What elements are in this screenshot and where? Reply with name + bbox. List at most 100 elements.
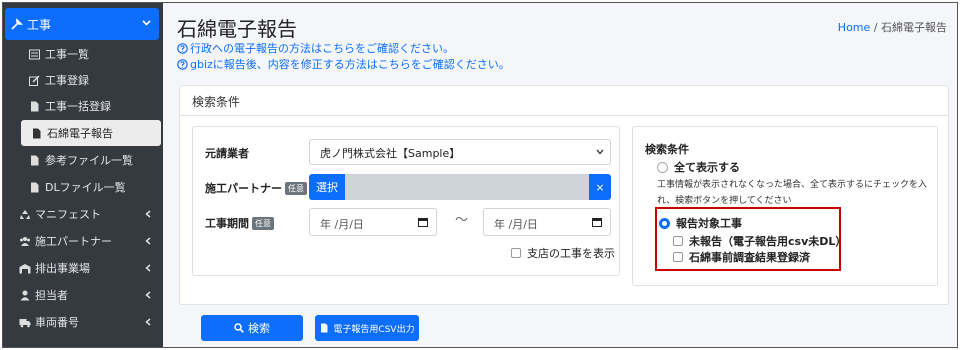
help-link-text: gbizに報告後、内容を修正する方法はこちらをご確認ください。 xyxy=(190,58,510,71)
search-icon xyxy=(234,323,244,333)
unreported-checkbox[interactable]: 未報告（電子報告用csv未DL） xyxy=(673,233,846,249)
chevron-left-icon xyxy=(145,237,151,245)
show-all-label: 全て表示する xyxy=(674,161,740,174)
file-icon xyxy=(31,101,39,111)
edit-icon xyxy=(29,74,40,86)
help-link-gbiz-fix[interactable]: gbizに報告後、内容を修正する方法はこちらをご確認ください。 xyxy=(177,56,510,72)
sidebar-item-label: 工事 xyxy=(27,17,52,32)
sidebar: 工事 工事一覧 工事登録 工事一括登録 石綿電子報告 参考ファイル一覧 DLファ… xyxy=(3,3,163,347)
period-end-date[interactable]: 年 /月/日 xyxy=(483,208,611,236)
sidebar-item-label: 担当者 xyxy=(35,289,68,302)
question-circle-icon xyxy=(177,58,188,70)
chevron-left-icon xyxy=(145,210,151,218)
breadcrumb-separator: / xyxy=(873,21,878,34)
partner-label-text: 施工パートナー xyxy=(205,182,282,195)
sidebar-item-label: 工事一覧 xyxy=(45,48,89,61)
sidebar-item-reference-files[interactable]: 参考ファイル一覧 xyxy=(19,147,159,173)
recycle-icon xyxy=(20,209,30,219)
checkbox-box[interactable] xyxy=(673,236,683,246)
search-button-label: 検索 xyxy=(248,322,270,335)
unreported-label: 未報告（電子報告用csv未DL） xyxy=(689,235,847,248)
chevron-down-icon xyxy=(596,149,604,155)
sidebar-item-label: マニフェスト xyxy=(35,208,101,221)
sidebar-item-label: 参考ファイル一覧 xyxy=(45,154,133,167)
report-target-label: 報告対象工事 xyxy=(676,217,742,230)
sidebar-item-partners[interactable]: 施工パートナー xyxy=(3,228,163,254)
contractor-select-value: 虎ノ門株式会社【Sample】 xyxy=(320,147,461,160)
sidebar-item-label: 石綿電子報告 xyxy=(47,127,113,140)
checkbox-box[interactable] xyxy=(673,252,683,262)
sidebar-item-manifest[interactable]: マニフェスト xyxy=(3,201,163,227)
breadcrumb-home[interactable]: Home xyxy=(838,21,870,34)
truck-icon xyxy=(19,318,31,327)
sidebar-item-construction-list[interactable]: 工事一覧 xyxy=(19,41,159,67)
csv-export-button[interactable]: 電子報告用CSV出力 xyxy=(315,315,419,341)
chevron-left-icon xyxy=(145,318,151,326)
contractor-label-text: 元請業者 xyxy=(205,147,249,160)
partner-label: 施工パートナー 任意 xyxy=(205,180,307,196)
search-card: 検索条件 元請業者 虎ノ門株式会社【Sample】 施工パートナー 任意 選択 … xyxy=(179,85,949,305)
sidebar-item-label: 排出事業場 xyxy=(35,262,90,275)
radio-circle-selected[interactable] xyxy=(659,217,670,229)
partner-picker: 選択 × xyxy=(309,174,611,200)
users-icon xyxy=(20,236,30,246)
contractor-select[interactable]: 虎ノ門株式会社【Sample】 xyxy=(309,139,611,165)
period-start-date[interactable]: 年 /月/日 xyxy=(309,208,437,236)
sidebar-item-dl-files[interactable]: DLファイル一覧 xyxy=(19,174,159,200)
sidebar-item-construction-register[interactable]: 工事登録 xyxy=(19,67,159,93)
calendar-icon xyxy=(592,218,602,227)
partner-clear-button[interactable]: × xyxy=(589,174,611,200)
branch-checkbox[interactable]: 支店の工事を表示 xyxy=(511,245,615,261)
sidebar-item-label: 工事登録 xyxy=(45,74,89,87)
conditions-panel: 検索条件 全て表示する 工事情報が表示されなくなった場合、全て表示するにチェック… xyxy=(632,126,938,286)
file-icon xyxy=(321,323,328,333)
sidebar-item-staff[interactable]: 担当者 xyxy=(3,282,163,308)
sidebar-item-vehicles[interactable]: 車両番号 xyxy=(3,309,163,335)
chevron-left-icon xyxy=(145,264,151,272)
conditions-title: 検索条件 xyxy=(645,143,689,156)
checkbox-box[interactable] xyxy=(511,248,521,258)
radio-circle[interactable] xyxy=(657,161,668,173)
partner-select-button[interactable]: 選択 xyxy=(309,174,345,200)
sidebar-item-asbestos-report[interactable]: 石綿電子報告 xyxy=(21,120,161,146)
optional-badge: 任意 xyxy=(252,216,274,230)
date-placeholder: 年 /月/日 xyxy=(320,218,364,231)
file-icon xyxy=(31,182,39,192)
sidebar-item-discharge-sites[interactable]: 排出事業場 xyxy=(3,255,163,281)
chevron-down-icon xyxy=(142,20,151,26)
help-link-text: 行政への電子報告の方法はこちらをご確認ください。 xyxy=(190,42,454,55)
search-button[interactable]: 検索 xyxy=(201,315,303,341)
registered-label: 石綿事前調査結果登録済 xyxy=(689,251,810,264)
search-form: 元請業者 虎ノ門株式会社【Sample】 施工パートナー 任意 選択 × 工事期… xyxy=(192,126,620,276)
show-all-radio[interactable]: 全て表示する xyxy=(657,159,740,175)
calendar-icon xyxy=(418,218,428,227)
main-content: 石綿電子報告 行政への電子報告の方法はこちらをご確認ください。 gbizに報告後… xyxy=(163,3,957,347)
branch-checkbox-label: 支店の工事を表示 xyxy=(527,247,615,260)
file-icon xyxy=(31,155,39,165)
chevron-left-icon xyxy=(145,291,151,299)
period-label: 工事期間 任意 xyxy=(205,215,274,231)
list-icon xyxy=(29,49,40,59)
breadcrumb: Home / 石綿電子報告 xyxy=(838,19,947,35)
question-circle-icon xyxy=(177,42,188,54)
sidebar-item-label: 施工パートナー xyxy=(35,235,112,248)
file-icon xyxy=(33,128,41,138)
breadcrumb-current: 石綿電子報告 xyxy=(881,21,947,34)
sidebar-item-bulk-register[interactable]: 工事一括登録 xyxy=(19,93,159,119)
page-title: 石綿電子報告 xyxy=(177,17,297,41)
app-frame: 工事 工事一覧 工事登録 工事一括登録 石綿電子報告 参考ファイル一覧 DLファ… xyxy=(2,2,958,348)
sidebar-item-label: 工事一括登録 xyxy=(45,100,111,113)
csv-export-label: 電子報告用CSV出力 xyxy=(333,324,415,335)
search-card-title: 検索条件 xyxy=(180,86,948,116)
sidebar-item-label: DLファイル一覧 xyxy=(45,181,126,194)
user-icon xyxy=(20,290,30,300)
period-label-text: 工事期間 xyxy=(205,217,249,230)
contractor-label: 元請業者 xyxy=(205,145,249,161)
registered-checkbox[interactable]: 石綿事前調査結果登録済 xyxy=(673,249,810,265)
sidebar-item-construction[interactable]: 工事 xyxy=(5,8,159,40)
show-all-note: 工事情報が表示されなくなった場合、全て表示するにチェックを入れ、検索ボタンを押し… xyxy=(657,180,928,206)
report-target-radio[interactable]: 報告対象工事 xyxy=(659,215,742,231)
help-link-report-method[interactable]: 行政への電子報告の方法はこちらをご確認ください。 xyxy=(177,40,454,56)
warehouse-icon xyxy=(19,263,31,273)
date-placeholder: 年 /月/日 xyxy=(494,218,538,231)
